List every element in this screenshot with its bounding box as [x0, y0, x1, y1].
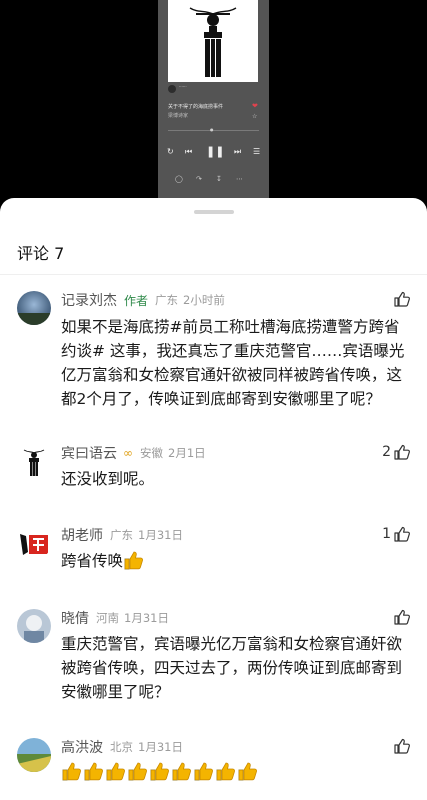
- thumbs-up-icon: [394, 738, 410, 754]
- comment-time: 1月31日: [124, 611, 169, 625]
- avatar[interactable]: [17, 609, 51, 643]
- share-icon[interactable]: ↷: [196, 175, 202, 183]
- commenter-name[interactable]: 记录刘杰: [61, 290, 117, 310]
- thumbs-up-emoji: [84, 762, 103, 781]
- poster-small-text: ······: [179, 84, 187, 89]
- comment-time: 1月31日: [138, 528, 183, 542]
- author-badge: 作者: [124, 293, 149, 308]
- like-button[interactable]: 1: [382, 526, 411, 542]
- like-button[interactable]: [391, 291, 411, 307]
- comment-location: 安徽: [140, 446, 163, 460]
- comments-sheet: 评论 7 记录刘杰 作者 广东 2小时前 如果不是海底捞#前员工称吐槽海底捞遭警…: [0, 198, 427, 800]
- video-preview[interactable]: ······ 关于不得了的海底捞事件 梁博诗家 ❤ ☆ ● ↻ ⏮ ❚❚ ⏭ ☰…: [158, 0, 269, 198]
- like-button[interactable]: [391, 609, 411, 625]
- thumbs-up-emoji: [128, 762, 147, 781]
- commenter-name[interactable]: 宾曰语云: [61, 443, 117, 463]
- comment-text: 跨省传唤: [61, 549, 413, 573]
- comment-header: 高洪波 北京 1月31日: [61, 738, 183, 756]
- divider: [0, 274, 427, 275]
- comment-text-label: 跨省传唤: [61, 552, 124, 570]
- playhead-icon: ●: [210, 127, 214, 132]
- song-artist: 梁博诗家: [168, 113, 189, 119]
- like-count: 1: [382, 526, 391, 542]
- comment-time: 1月31日: [138, 740, 183, 754]
- thumbs-up-emoji: [62, 762, 81, 781]
- thumbs-up-icon: [394, 444, 410, 460]
- heart-icon[interactable]: ❤: [252, 102, 258, 110]
- thumbs-up-emoji: [194, 762, 213, 781]
- thumbs-up-emoji: [172, 762, 191, 781]
- like-count: 2: [382, 444, 391, 460]
- comment-location: 广东: [155, 293, 179, 307]
- avatar[interactable]: [17, 444, 51, 478]
- emoji-row: [123, 551, 145, 570]
- playlist-icon[interactable]: ☰: [253, 147, 260, 156]
- comment-text: 重庆范警官，宾语曝光亿万富翁和女检察官通奸欲被跨省传唤，四天过去了，两份传唤证到…: [61, 635, 403, 701]
- album-poster: [168, 0, 258, 82]
- thumbs-up-emoji: [106, 762, 125, 781]
- loop-icon[interactable]: ↻: [167, 147, 174, 156]
- avatar[interactable]: [17, 526, 51, 560]
- comment-header: 晓倩 河南 1月31日: [61, 609, 169, 627]
- comment-location: 北京: [110, 740, 133, 754]
- comment-header: 胡老师 广东 1月31日: [61, 526, 183, 544]
- comment-time: 2小时前: [183, 293, 225, 307]
- sheet-grabber[interactable]: [194, 210, 234, 214]
- star-icon[interactable]: ☆: [252, 113, 257, 120]
- thumbs-up-emoji: [150, 762, 169, 781]
- thumbs-up-icon: [394, 291, 410, 307]
- thumbs-up-icon: [394, 526, 410, 542]
- emoji-row: [61, 762, 259, 781]
- thumbs-up-emoji: [238, 762, 257, 781]
- comment-text: 还没收到呢。: [61, 470, 155, 488]
- comment-location: 河南: [96, 611, 119, 625]
- thumbs-up-icon: [394, 609, 410, 625]
- thumbs-up-emoji: [216, 762, 235, 781]
- next-icon[interactable]: ⏭: [234, 147, 241, 157]
- comment-text: 如果不是海底捞#前员工称吐槽海底捞遭警方跨省约谈# 这事，我还真忘了重庆范警官……: [61, 318, 405, 408]
- thumbs-up-emoji: [124, 551, 143, 570]
- comment-bubble-icon[interactable]: ◯: [175, 175, 183, 183]
- vip-badge-icon: ∞: [123, 446, 133, 460]
- poster-figure-icon: [168, 0, 258, 82]
- commenter-name[interactable]: 胡老师: [61, 525, 103, 545]
- author-avatar-dot: [168, 85, 176, 93]
- avatar[interactable]: [17, 291, 51, 325]
- like-button[interactable]: [391, 738, 411, 754]
- comment-header: 记录刘杰 作者 广东 2小时前: [61, 291, 225, 309]
- commenter-name[interactable]: 晓倩: [61, 608, 89, 628]
- avatar[interactable]: [17, 738, 51, 772]
- comment-time: 2月1日: [168, 446, 206, 460]
- play-pause-icon[interactable]: ❚❚: [206, 145, 224, 158]
- song-title: 关于不得了的海底捞事件: [168, 104, 224, 110]
- comment-header: 宾曰语云 ∞ 安徽 2月1日: [61, 444, 206, 462]
- comment-text: [61, 760, 413, 784]
- comments-title: 评论 7: [17, 244, 65, 263]
- commenter-name[interactable]: 高洪波: [61, 737, 103, 757]
- poster-meta: ······: [168, 84, 258, 94]
- download-icon[interactable]: ↧: [216, 175, 222, 183]
- more-icon[interactable]: ⋯: [236, 175, 243, 183]
- screen: ······ 关于不得了的海底捞事件 梁博诗家 ❤ ☆ ● ↻ ⏮ ❚❚ ⏭ ☰…: [0, 0, 427, 800]
- previous-icon[interactable]: ⏮: [185, 147, 192, 157]
- like-button[interactable]: 2: [382, 444, 411, 460]
- comment-location: 广东: [110, 528, 133, 542]
